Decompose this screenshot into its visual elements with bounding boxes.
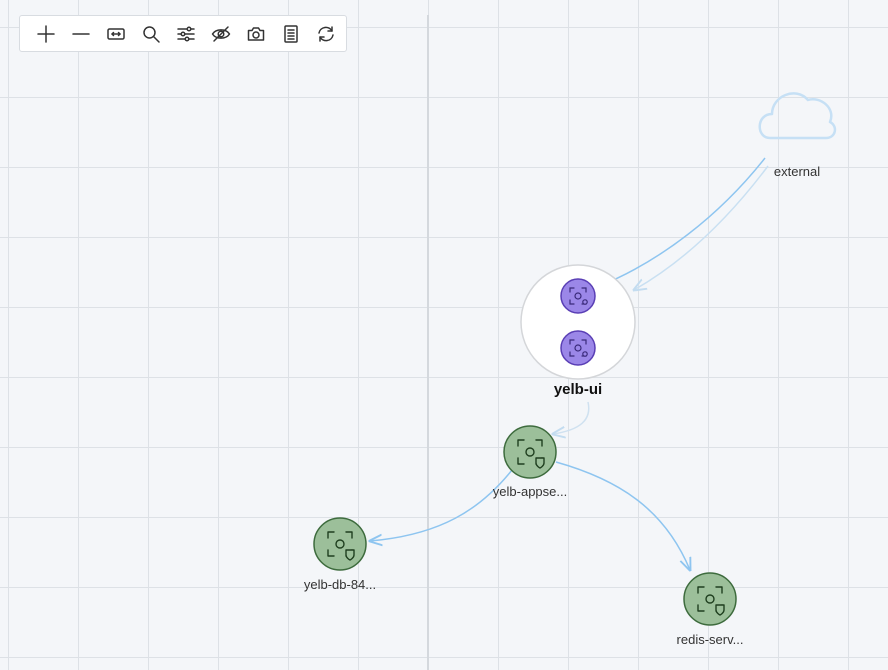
cloud-icon <box>758 92 837 140</box>
edge-external-to-ui-pod2[interactable] <box>634 165 769 290</box>
edge-appserver-to-db[interactable] <box>370 469 513 541</box>
ui-pod-2[interactable] <box>560 330 596 366</box>
group-yelb-ui[interactable]: yelb-ui <box>520 264 636 398</box>
ui-pod-1[interactable] <box>560 278 596 314</box>
node-db[interactable]: yelb-db-84... <box>304 517 376 592</box>
external-label: external <box>774 164 820 179</box>
db-label: yelb-db-84... <box>304 577 376 592</box>
topology-graph: external yelb-ui yelb-appse... yelb-db-8… <box>304 92 837 647</box>
edge-external-to-ui-pod1[interactable] <box>597 157 766 287</box>
appserver-label: yelb-appse... <box>493 484 567 499</box>
node-redis[interactable]: redis-serv... <box>677 572 744 647</box>
edge-appserver-to-redis[interactable] <box>555 461 690 570</box>
external-node[interactable]: external <box>758 92 837 179</box>
edge-ui-to-appserver[interactable] <box>553 401 590 434</box>
redis-label: redis-serv... <box>677 632 744 647</box>
group-yelb-ui-label: yelb-ui <box>554 381 602 398</box>
